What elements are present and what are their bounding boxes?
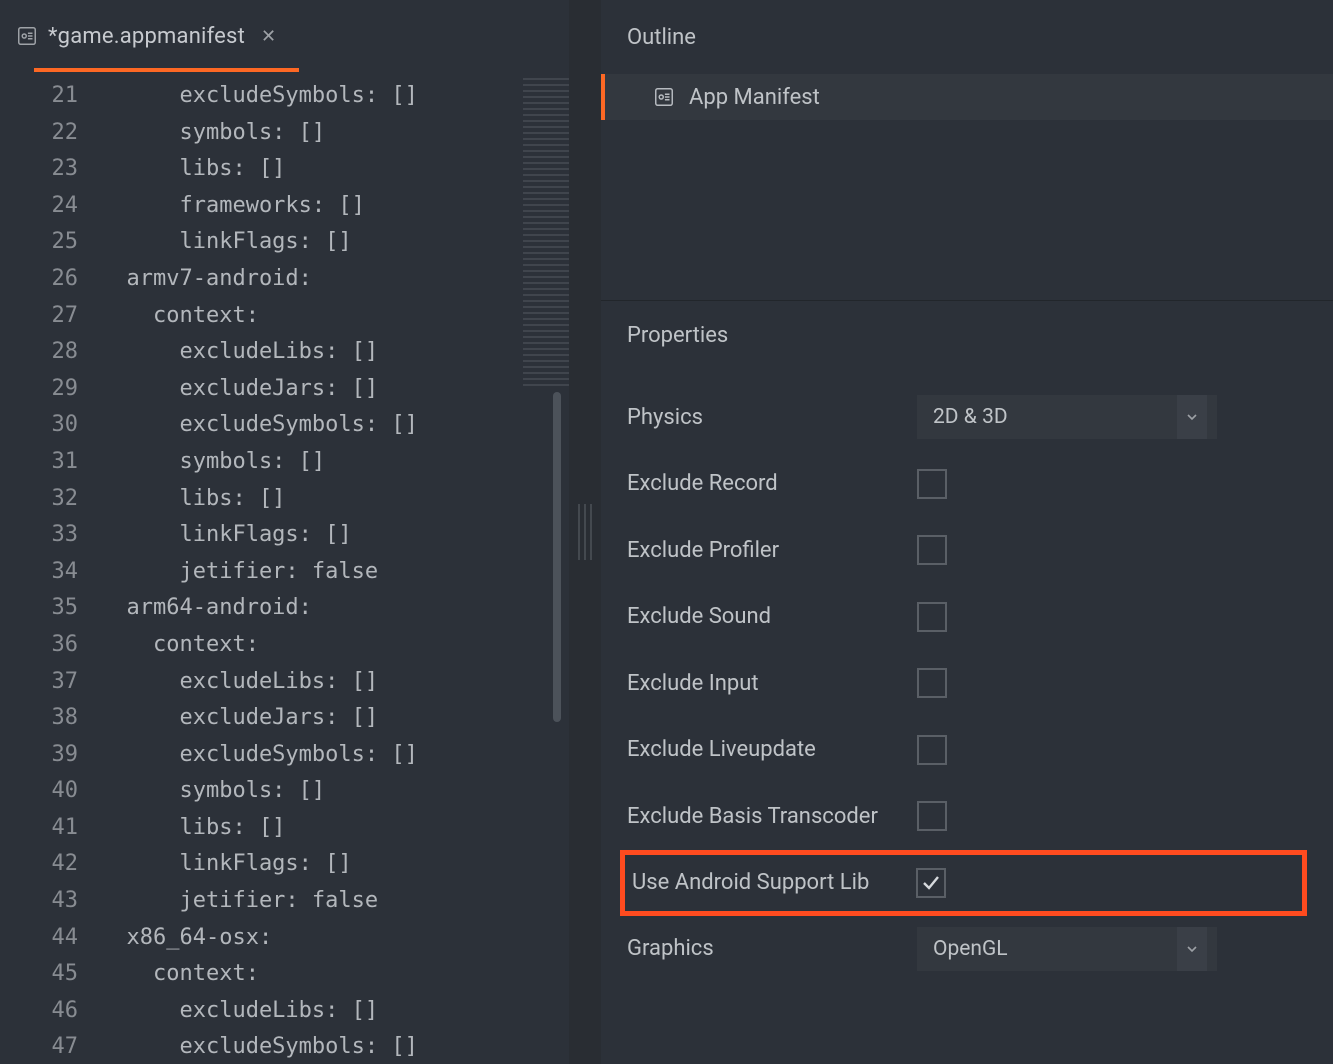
- property-exclude-liveupdate: Exclude Liveupdate: [627, 717, 1307, 784]
- exclude-sound-checkbox[interactable]: [917, 602, 947, 632]
- manifest-icon: [653, 86, 675, 108]
- property-label: Exclude Basis Transcoder: [627, 804, 917, 829]
- tab-title: *game.appmanifest: [48, 24, 245, 49]
- code-editor[interactable]: 2122232425262728293031323334353637383940…: [0, 72, 569, 1064]
- property-label: Exclude Record: [627, 471, 917, 496]
- splitter-grip: [578, 504, 592, 560]
- exclude-basis-checkbox[interactable]: [917, 801, 947, 831]
- exclude-record-checkbox[interactable]: [917, 469, 947, 499]
- outline-item-label: App Manifest: [689, 85, 820, 110]
- select-value: OpenGL: [933, 937, 1008, 961]
- property-label: Graphics: [627, 936, 917, 961]
- property-exclude-sound: Exclude Sound: [627, 584, 1307, 651]
- property-exclude-record: Exclude Record: [627, 451, 1307, 518]
- outline-item-app-manifest[interactable]: App Manifest: [601, 74, 1333, 120]
- line-number-gutter: 2122232425262728293031323334353637383940…: [0, 78, 100, 1064]
- property-label: Exclude Input: [627, 671, 917, 696]
- property-label: Physics: [627, 405, 917, 430]
- exclude-input-checkbox[interactable]: [917, 668, 947, 698]
- close-icon[interactable]: ✕: [261, 26, 276, 47]
- outline-body: [601, 120, 1333, 300]
- properties-panel-title: Properties: [627, 323, 1307, 348]
- property-physics: Physics 2D & 3D: [627, 384, 1307, 451]
- properties-panel: Properties Physics 2D & 3D Exclude Recor…: [601, 300, 1333, 1064]
- property-label: Use Android Support Lib: [626, 870, 916, 895]
- tab-bar: *game.appmanifest ✕: [0, 0, 569, 72]
- exclude-profiler-checkbox[interactable]: [917, 535, 947, 565]
- code-content[interactable]: excludeSymbols: [] symbols: [] libs: [] …: [100, 78, 569, 1064]
- property-label: Exclude Profiler: [627, 538, 917, 563]
- panel-splitter[interactable]: [569, 0, 601, 1064]
- property-exclude-profiler: Exclude Profiler: [627, 517, 1307, 584]
- chevron-down-icon: [1177, 927, 1207, 971]
- use-android-support-checkbox[interactable]: [916, 868, 946, 898]
- tab-game-appmanifest[interactable]: *game.appmanifest ✕: [0, 0, 292, 72]
- property-label: Exclude Liveupdate: [627, 737, 917, 762]
- right-panel: Outline App Manifest Properties Physics …: [601, 0, 1333, 1064]
- property-graphics: Graphics OpenGL: [627, 916, 1307, 983]
- property-exclude-input: Exclude Input: [627, 650, 1307, 717]
- minimap[interactable]: [523, 78, 569, 388]
- property-use-android-support-highlighted: Use Android Support Lib: [620, 850, 1307, 916]
- select-value: 2D & 3D: [933, 405, 1008, 429]
- exclude-liveupdate-checkbox[interactable]: [917, 735, 947, 765]
- chevron-down-icon: [1177, 395, 1207, 439]
- manifest-icon: [16, 25, 38, 47]
- physics-select[interactable]: 2D & 3D: [917, 395, 1217, 439]
- property-label: Exclude Sound: [627, 604, 917, 629]
- scrollbar-thumb[interactable]: [553, 392, 561, 722]
- editor-panel: *game.appmanifest ✕ 21222324252627282930…: [0, 0, 569, 1064]
- property-exclude-basis: Exclude Basis Transcoder: [627, 783, 1307, 850]
- outline-panel-title: Outline: [601, 0, 1333, 74]
- graphics-select[interactable]: OpenGL: [917, 927, 1217, 971]
- tab-active-indicator: [34, 68, 299, 72]
